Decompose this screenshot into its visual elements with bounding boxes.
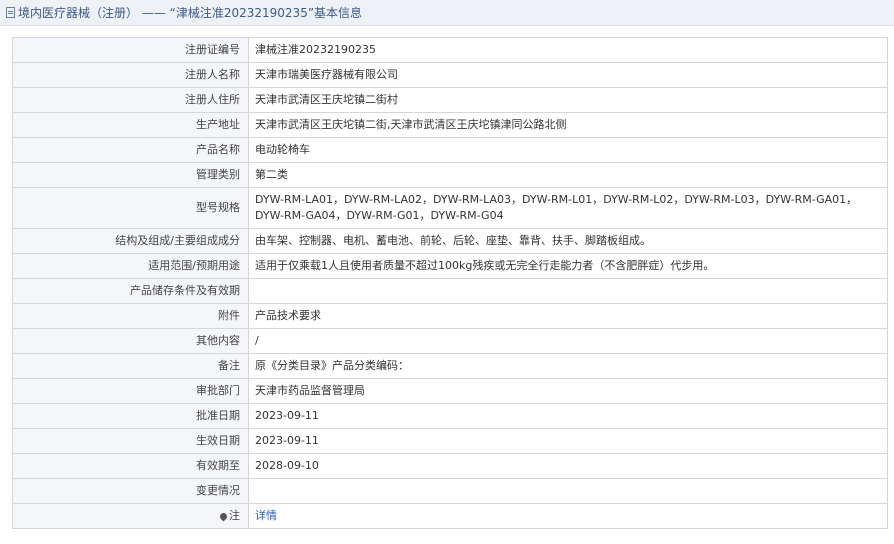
row-label: 产品名称 (12, 137, 249, 163)
row-value: 原《分类目录》产品分类编码： (248, 353, 888, 379)
row-label-note: 注 (12, 503, 249, 529)
row-value (248, 478, 888, 504)
details-link[interactable]: 详情 (255, 509, 277, 522)
table-row: 管理类别 第二类 (12, 162, 888, 188)
row-value: 天津市武清区王庆坨镇二街,天津市武清区王庆坨镇津同公路北侧 (248, 112, 888, 138)
row-value: 详情 (248, 503, 888, 529)
page-title: 境内医疗器械（注册） —— “津械注准20232190235”基本信息 (18, 6, 363, 20)
table-row: 有效期至 2028-09-10 (12, 453, 888, 479)
info-table-wrapper: 注册证编号 津械注准20232190235 注册人名称 天津市瑞美医疗器械有限公… (0, 26, 894, 529)
table-row: 附件 产品技术要求 (12, 303, 888, 329)
row-value: DYW-RM-LA01，DYW-RM-LA02，DYW-RM-LA03，DYW-… (248, 187, 888, 229)
row-label: 注册人住所 (12, 87, 249, 113)
pin-icon (218, 511, 229, 521)
note-label: 注 (229, 509, 240, 522)
row-label: 注册证编号 (12, 37, 249, 63)
row-value: 产品技术要求 (248, 303, 888, 329)
row-label: 批准日期 (12, 403, 249, 429)
table-row: 注册人名称 天津市瑞美医疗器械有限公司 (12, 62, 888, 88)
row-label: 结构及组成/主要组成成分 (12, 228, 249, 254)
row-label: 注册人名称 (12, 62, 249, 88)
table-row: 结构及组成/主要组成成分 由车架、控制器、电机、蓄电池、前轮、后轮、座垫、靠背、… (12, 228, 888, 254)
row-value (248, 278, 888, 304)
row-value: 2023-09-11 (248, 428, 888, 454)
row-label: 备注 (12, 353, 249, 379)
table-row: 批准日期 2023-09-11 (12, 403, 888, 429)
table-row: 其他内容 / (12, 328, 888, 354)
table-row: 注册人住所 天津市武清区王庆坨镇二街村 (12, 87, 888, 113)
document-icon (6, 7, 15, 18)
info-table: 注册证编号 津械注准20232190235 注册人名称 天津市瑞美医疗器械有限公… (12, 37, 888, 529)
row-value: 适用于仅乘载1人且使用者质量不超过100kg残疾或无完全行走能力者（不含肥胖症）… (248, 253, 888, 279)
row-label: 有效期至 (12, 453, 249, 479)
table-row: 产品储存条件及有效期 (12, 278, 888, 304)
row-value: / (248, 328, 888, 354)
row-value: 津械注准20232190235 (248, 37, 888, 63)
row-label: 变更情况 (12, 478, 249, 504)
table-row: 注册证编号 津械注准20232190235 (12, 37, 888, 63)
row-label: 管理类别 (12, 162, 249, 188)
table-row: 生效日期 2023-09-11 (12, 428, 888, 454)
table-row: 备注 原《分类目录》产品分类编码： (12, 353, 888, 379)
table-row: 适用范围/预期用途 适用于仅乘载1人且使用者质量不超过100kg残疾或无完全行走… (12, 253, 888, 279)
row-label: 适用范围/预期用途 (12, 253, 249, 279)
row-value: 电动轮椅车 (248, 137, 888, 163)
row-label: 生效日期 (12, 428, 249, 454)
row-value: 天津市武清区王庆坨镇二街村 (248, 87, 888, 113)
table-row: 产品名称 电动轮椅车 (12, 137, 888, 163)
row-label: 型号规格 (12, 187, 249, 229)
row-value: 由车架、控制器、电机、蓄电池、前轮、后轮、座垫、靠背、扶手、脚踏板组成。 (248, 228, 888, 254)
row-value: 天津市药品监督管理局 (248, 378, 888, 404)
table-row: 生产地址 天津市武清区王庆坨镇二街,天津市武清区王庆坨镇津同公路北侧 (12, 112, 888, 138)
table-row: 注 详情 (12, 503, 888, 529)
table-row: 审批部门 天津市药品监督管理局 (12, 378, 888, 404)
page-header: 境内医疗器械（注册） —— “津械注准20232190235”基本信息 (0, 0, 894, 26)
row-label: 产品储存条件及有效期 (12, 278, 249, 304)
table-row: 变更情况 (12, 478, 888, 504)
row-label: 其他内容 (12, 328, 249, 354)
row-label: 生产地址 (12, 112, 249, 138)
row-value: 第二类 (248, 162, 888, 188)
row-label: 审批部门 (12, 378, 249, 404)
row-value: 天津市瑞美医疗器械有限公司 (248, 62, 888, 88)
row-label: 附件 (12, 303, 249, 329)
row-value: 2023-09-11 (248, 403, 888, 429)
table-row: 型号规格 DYW-RM-LA01，DYW-RM-LA02，DYW-RM-LA03… (12, 187, 888, 229)
row-value: 2028-09-10 (248, 453, 888, 479)
